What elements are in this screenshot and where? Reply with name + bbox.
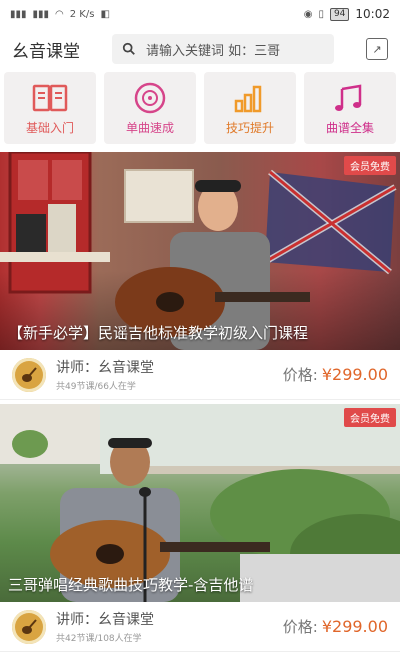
category-label: 基础入门 <box>25 120 74 135</box>
share-button[interactable]: ↗ <box>366 38 388 60</box>
guitar-logo-icon <box>22 618 37 634</box>
bars-icon <box>234 85 262 112</box>
course-card[interactable]: 会员免费 【新手必学】民谣吉他标准教学初级入门课程 讲师：幺音课堂 共49节课/… <box>0 152 400 400</box>
teacher-block: 讲师：幺音课堂 共49节课/66人在学 <box>56 357 154 392</box>
wifi-icon: ◠ <box>55 8 64 20</box>
course-stats: 共42节课/108人在学 <box>56 634 142 644</box>
teacher-label: 讲师： <box>56 360 98 376</box>
member-free-badge: 会员免费 <box>344 156 396 175</box>
avatar <box>12 609 46 644</box>
category-label: 曲谱全集 <box>325 120 374 135</box>
status-right: ◉ ▯ 94 10:02 <box>304 7 390 21</box>
category-singles[interactable]: 单曲速成 <box>104 72 196 144</box>
course-info: 讲师：幺音课堂 共42节课/108人在学 价格: ¥299.00 <box>0 602 400 652</box>
teacher-block: 讲师：幺音课堂 共42节课/108人在学 <box>56 609 154 644</box>
course-illustration <box>0 404 400 602</box>
clock: 10:02 <box>355 7 390 21</box>
category-label: 单曲速成 <box>125 120 174 135</box>
avatar <box>12 357 46 392</box>
category-scores[interactable]: 曲谱全集 <box>304 72 396 144</box>
category-skills[interactable]: 技巧提升 <box>204 72 296 144</box>
share-icon: ↗ <box>372 42 382 56</box>
course-thumbnail[interactable]: 会员免费 三哥弹唱经典歌曲技巧教学-含吉他谱 <box>0 404 400 602</box>
price-value: ¥299.00 <box>321 617 388 636</box>
signal-icon-2: ▮▮▮ <box>32 8 50 20</box>
signal-icon: ▮▮▮ <box>10 8 27 20</box>
course-info: 讲师：幺音课堂 共49节课/66人在学 价格: ¥299.00 <box>0 350 400 400</box>
price-label: 价格: <box>282 366 318 384</box>
course-thumbnail[interactable]: 会员免费 【新手必学】民谣吉他标准教学初级入门课程 <box>0 152 400 350</box>
course-stats: 共49节课/66人在学 <box>56 382 136 392</box>
price-block: 价格: ¥299.00 <box>283 364 388 385</box>
net-speed: 2 K/s <box>69 8 95 20</box>
member-free-badge: 会员免费 <box>344 408 396 427</box>
app-title: 幺音课堂 <box>12 41 80 62</box>
teacher-name: 幺音课堂 <box>98 360 154 376</box>
eye-icon: ◉ <box>303 8 313 20</box>
battery-level: 94 <box>329 7 350 21</box>
music-note-icon <box>335 84 362 111</box>
status-bar: ▮▮▮ ▮▮▮ ◠ 2 K/s ◧ ◉ ▯ 94 10:02 <box>0 0 400 28</box>
search-icon <box>122 42 135 55</box>
course-card[interactable]: 会员免费 三哥弹唱经典歌曲技巧教学-含吉他谱 讲师：幺音课堂 共42节课/108… <box>0 404 400 652</box>
course-title: 【新手必学】民谣吉他标准教学初级入门课程 <box>8 324 309 342</box>
price-block: 价格: ¥299.00 <box>283 616 388 637</box>
teacher-name: 幺音课堂 <box>98 612 154 628</box>
vibrate-icon: ▯ <box>318 8 324 20</box>
notification-icon: ◧ <box>100 8 110 20</box>
price-value: ¥299.00 <box>321 365 388 384</box>
app-header: 幺音课堂 请输入关键词 如：三哥 ↗ <box>0 28 400 70</box>
search-placeholder: 请输入关键词 如：三哥 <box>146 43 281 59</box>
disc-icon <box>134 82 166 113</box>
category-basics[interactable]: 基础入门 <box>4 72 96 144</box>
course-illustration <box>0 152 397 350</box>
book-icon <box>32 84 68 111</box>
teacher-line: 讲师：幺音课堂 <box>56 609 154 629</box>
status-left: ▮▮▮ ▮▮▮ ◠ 2 K/s ◧ <box>10 9 110 20</box>
search-input[interactable]: 请输入关键词 如：三哥 <box>112 34 334 64</box>
course-title: 三哥弹唱经典歌曲技巧教学-含吉他谱 <box>8 576 254 594</box>
price-label: 价格: <box>282 618 318 636</box>
category-label: 技巧提升 <box>225 120 274 135</box>
category-grid: 基础入门 单曲速成 技巧提升 曲谱全集 <box>0 72 400 144</box>
teacher-label: 讲师： <box>56 612 98 628</box>
guitar-logo-icon <box>22 366 37 382</box>
teacher-line: 讲师：幺音课堂 <box>56 357 154 377</box>
